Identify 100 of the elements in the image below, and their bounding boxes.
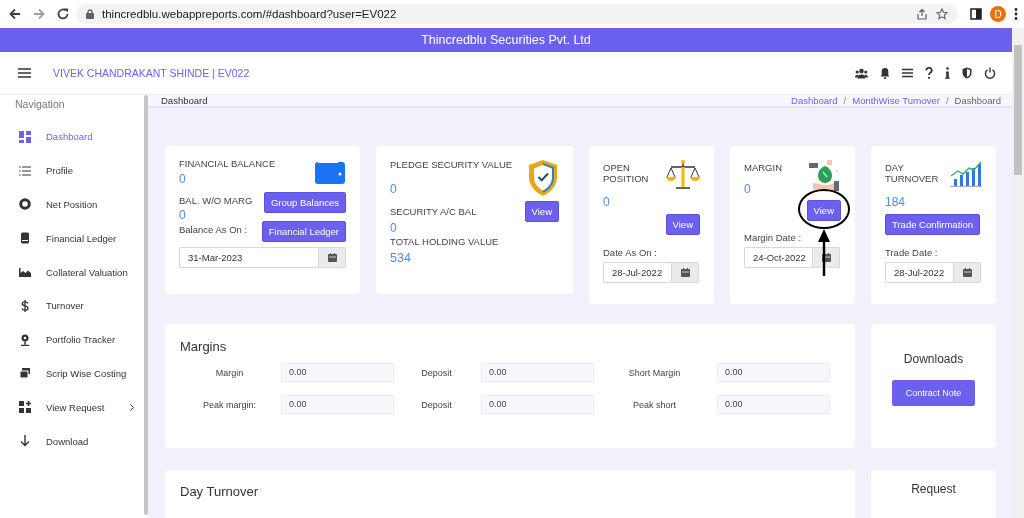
scrollbar-thumb[interactable] — [1014, 45, 1022, 175]
sidebar-item[interactable]: Turnover — [0, 289, 144, 323]
bar-chart-icon — [950, 159, 982, 187]
grid-plus-icon — [19, 401, 31, 414]
view-button[interactable]: View — [665, 214, 700, 235]
breadcrumb-link[interactable]: MonthWise Turnover — [852, 95, 940, 106]
panel-title: Day Turnover — [180, 484, 260, 499]
user-name: VIVEK CHANDRAKANT SHINDE | EV022 — [53, 67, 251, 79]
share-icon[interactable] — [916, 8, 928, 20]
sidebar-item[interactable]: Portfolio Tracker — [0, 322, 144, 357]
calendar-button[interactable] — [953, 262, 981, 283]
date-field[interactable]: 31-Mar-2023 — [179, 246, 318, 268]
dashboard-icon — [19, 130, 31, 143]
card-title: PLEDGE SECURITY VALUE — [390, 160, 513, 171]
panel-title: Request — [911, 482, 956, 498]
page-title: Dashboard — [161, 95, 209, 106]
sidebar-item[interactable]: Download — [0, 424, 144, 458]
view-button[interactable]: View — [806, 199, 841, 221]
sidebar-item[interactable]: Dashboard — [0, 120, 144, 154]
area-chart-icon — [19, 266, 31, 279]
breadcrumb-separator: / — [843, 95, 847, 106]
menu-icon[interactable] — [1014, 7, 1018, 21]
value-field: 0.00 — [281, 363, 394, 382]
lock-icon — [86, 9, 94, 19]
star-icon[interactable] — [936, 8, 948, 20]
field-label: Short Margin — [627, 367, 682, 378]
calendar-button[interactable] — [318, 246, 346, 268]
ledger-button[interactable]: Financial Ledger — [261, 220, 346, 242]
sidebar-item[interactable]: Scrip Wise Costing — [0, 356, 144, 391]
ring-icon — [19, 198, 31, 211]
sidebar-heading: Navigation — [14, 98, 66, 112]
field-label: Trade Date : — [885, 247, 939, 258]
forward-icon[interactable] — [32, 7, 46, 21]
field-label: Peak margin: — [202, 399, 257, 410]
users-icon[interactable] — [855, 67, 868, 79]
shield-icon — [527, 159, 559, 197]
value-field: 0.00 — [717, 363, 830, 382]
address-bar[interactable]: thincredblu.webappreports.com/#dashboard?user=EV022 — [76, 4, 958, 24]
pin-icon — [19, 333, 31, 346]
calendar-icon — [327, 252, 337, 262]
sidebar-item[interactable]: Financial Ledger — [0, 221, 144, 256]
calendar-icon — [821, 252, 831, 262]
wallet-icon — [314, 159, 346, 185]
download-icon — [19, 435, 31, 448]
calendar-button[interactable] — [812, 246, 840, 268]
value-field: 0.00 — [481, 363, 594, 382]
list-icon[interactable] — [902, 68, 913, 78]
reload-icon[interactable] — [56, 7, 70, 21]
breadcrumb-separator: / — [945, 95, 949, 106]
sidebar-item[interactable]: Collateral Valuation — [0, 255, 144, 289]
field-label: Date As On : — [603, 247, 658, 258]
book-icon — [19, 232, 31, 245]
field-label: Deposit — [420, 399, 453, 410]
help-icon[interactable] — [925, 67, 933, 79]
card-title: OPEN POSITION — [603, 163, 650, 184]
field-label: Peak short — [632, 399, 677, 410]
field-label: BAL. W/O MARG — [179, 194, 253, 206]
card-value: 0 — [744, 181, 752, 196]
view-button[interactable]: View — [524, 201, 559, 222]
breadcrumb-link[interactable]: Dashboard — [791, 95, 838, 106]
field-label: Margin — [214, 367, 245, 378]
field-label: SECURITY A/C BAL — [390, 206, 477, 217]
card-value: 0 — [179, 171, 187, 186]
contract-note-button[interactable]: Contract Note — [891, 380, 976, 406]
card-title: DAY TURNOVER — [885, 163, 940, 184]
card-value: 534 — [390, 251, 412, 265]
money-bag-icon — [807, 159, 841, 193]
sidebar-item[interactable]: Profile — [0, 153, 144, 188]
card-value: 0 — [179, 207, 187, 222]
panel-title: Margins — [180, 339, 228, 354]
card-value: 0 — [603, 195, 611, 209]
shield-icon[interactable] — [962, 67, 972, 79]
sidebar-item[interactable]: Net Position — [0, 187, 144, 222]
field-label: Balance As On : — [179, 223, 248, 235]
trade-confirmation-button[interactable]: Trade Confirmation — [885, 214, 980, 235]
scales-icon — [666, 159, 700, 191]
sidebar-item[interactable]: View Request — [0, 390, 144, 425]
side-panel-icon[interactable] — [970, 8, 982, 20]
breadcrumb-current: Dashboard — [954, 95, 1001, 106]
bell-icon[interactable] — [880, 67, 890, 79]
field-label: Margin Date : — [744, 231, 803, 243]
field-label: Deposit — [420, 367, 453, 378]
card-value: 0 — [390, 181, 398, 196]
app-title: Thincredblu Securities Pvt. Ltd — [421, 33, 591, 47]
calendar-icon — [680, 268, 690, 277]
card-title: MARGIN — [744, 163, 782, 174]
panel-title: Downloads — [903, 352, 964, 366]
value-field: 0.00 — [717, 395, 830, 414]
info-icon[interactable] — [945, 67, 950, 79]
group-balances-button[interactable]: Group Balances — [263, 191, 346, 213]
back-icon[interactable] — [8, 7, 22, 21]
dollar-icon — [19, 299, 31, 312]
arrow — [817, 228, 830, 277]
calendar-icon — [962, 268, 972, 277]
value-field: 0.00 — [281, 395, 394, 414]
power-icon[interactable] — [984, 67, 996, 79]
card-title: FINANCIAL BALANCE — [179, 159, 276, 170]
calendar-button[interactable] — [671, 262, 699, 283]
field-label: TOTAL HOLDING VALUE — [390, 236, 500, 247]
stack-icon — [19, 367, 31, 380]
